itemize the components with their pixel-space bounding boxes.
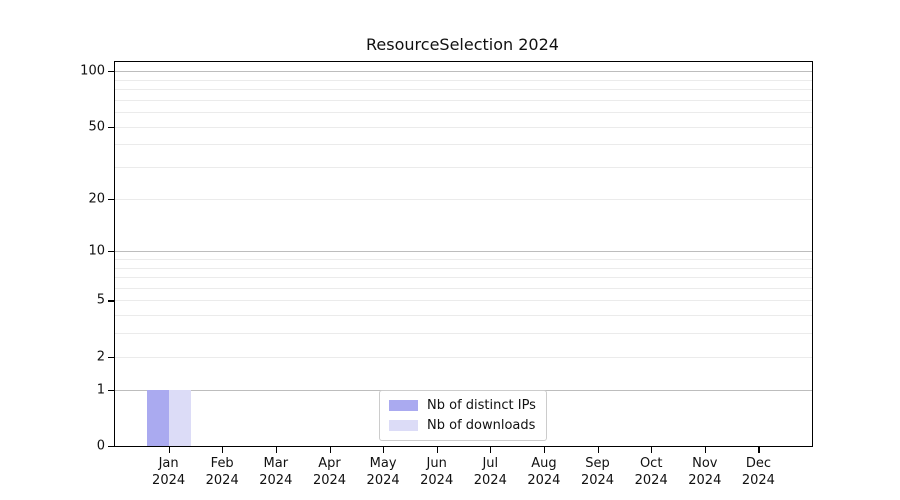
gridline-y-9 <box>115 259 812 260</box>
x-tick-label-apr: Apr2024 <box>313 455 346 489</box>
y-tick-mark-5 <box>108 300 114 301</box>
legend: Nb of distinct IPs Nb of downloads <box>379 390 547 441</box>
x-tick-label-may: May2024 <box>367 455 400 489</box>
legend-swatch-downloads <box>389 420 418 431</box>
y-tick-mark-1 <box>108 390 114 391</box>
x-tick-label-jul: Jul2024 <box>474 455 507 489</box>
gridline-y-100 <box>115 71 812 72</box>
x-tick-label-mar: Mar2024 <box>259 455 292 489</box>
x-tick-label-dec: Dec2024 <box>742 455 775 489</box>
legend-swatch-distinct-ips <box>389 400 418 411</box>
bar-jan-distinct-ips <box>147 390 169 446</box>
x-tick-mark-sep <box>598 447 599 453</box>
x-tick-label-aug: Aug2024 <box>527 455 560 489</box>
bar-jan-downloads <box>169 390 191 446</box>
gridline-y-30 <box>115 167 812 168</box>
gridline-y-60 <box>115 112 812 113</box>
y-tick-label-100: 100 <box>61 64 105 79</box>
gridline-y-50 <box>115 127 812 128</box>
y-tick-mark-10 <box>108 251 114 252</box>
x-tick-mark-mar <box>276 447 277 453</box>
x-tick-label-jan: Jan2024 <box>152 455 185 489</box>
gridline-y-5 <box>115 300 812 301</box>
legend-label-downloads: Nb of downloads <box>427 418 535 433</box>
gridline-y-8 <box>115 268 812 269</box>
y-tick-mark-0 <box>108 446 114 447</box>
x-tick-mark-oct <box>651 447 652 453</box>
x-tick-mark-nov <box>705 447 706 453</box>
chart-title: ResourceSelection 2024 <box>114 35 811 54</box>
gridline-y-20 <box>115 199 812 200</box>
x-tick-mark-jun <box>437 447 438 453</box>
y-tick-mark-50 <box>108 127 114 128</box>
y-tick-label-2: 2 <box>61 349 105 364</box>
x-tick-label-nov: Nov2024 <box>688 455 721 489</box>
gridline-y-4 <box>115 315 812 316</box>
y-tick-mark-100 <box>108 71 114 72</box>
y-tick-label-1: 1 <box>61 382 105 397</box>
gridline-y-40 <box>115 144 812 145</box>
gridline-y-80 <box>115 89 812 90</box>
x-tick-label-sep: Sep2024 <box>581 455 614 489</box>
figure: ResourceSelection 2024 Nb of distinct IP… <box>0 0 900 500</box>
plot-area: Nb of distinct IPs Nb of downloads 01251… <box>114 61 813 447</box>
legend-item-distinct-ips: Nb of distinct IPs <box>389 398 536 413</box>
x-tick-label-oct: Oct2024 <box>635 455 668 489</box>
gridline-y-2 <box>115 357 812 358</box>
gridline-y-70 <box>115 100 812 101</box>
y-tick-label-20: 20 <box>61 191 105 206</box>
y-tick-label-0: 0 <box>61 439 105 454</box>
x-tick-mark-jul <box>490 447 491 453</box>
x-tick-label-jun: Jun2024 <box>420 455 453 489</box>
gridline-y-3 <box>115 333 812 334</box>
gridline-y-7 <box>115 277 812 278</box>
x-tick-mark-apr <box>330 447 331 453</box>
x-tick-mark-may <box>383 447 384 453</box>
gridline-y-6 <box>115 288 812 289</box>
legend-item-downloads: Nb of downloads <box>389 418 536 433</box>
x-tick-mark-jan <box>169 447 170 453</box>
x-tick-label-feb: Feb2024 <box>206 455 239 489</box>
gridline-y-10 <box>115 251 812 252</box>
y-tick-mark-2 <box>108 357 114 358</box>
y-tick-label-5: 5 <box>61 293 105 308</box>
legend-label-distinct-ips: Nb of distinct IPs <box>427 398 536 413</box>
y-tick-mark-20 <box>108 199 114 200</box>
y-tick-label-50: 50 <box>61 119 105 134</box>
x-tick-mark-aug <box>544 447 545 453</box>
gridline-y-90 <box>115 80 812 81</box>
x-tick-mark-feb <box>222 447 223 453</box>
y-tick-label-10: 10 <box>61 244 105 259</box>
x-tick-mark-dec <box>758 447 759 453</box>
